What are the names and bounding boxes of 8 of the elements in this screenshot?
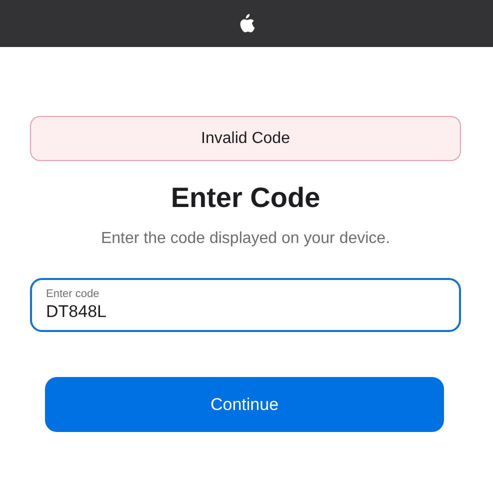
apple-icon[interactable] — [238, 14, 255, 34]
continue-button[interactable]: Continue — [45, 377, 444, 432]
code-input[interactable]: DT848L — [46, 301, 445, 323]
field-label: Enter code — [46, 287, 100, 301]
code-field[interactable]: Enter code DT848L — [30, 278, 461, 332]
error-banner: Invalid Code — [30, 116, 461, 161]
instruction-text: Enter the code displayed on your device. — [100, 229, 392, 249]
page-title: Enter Code — [170, 181, 322, 215]
